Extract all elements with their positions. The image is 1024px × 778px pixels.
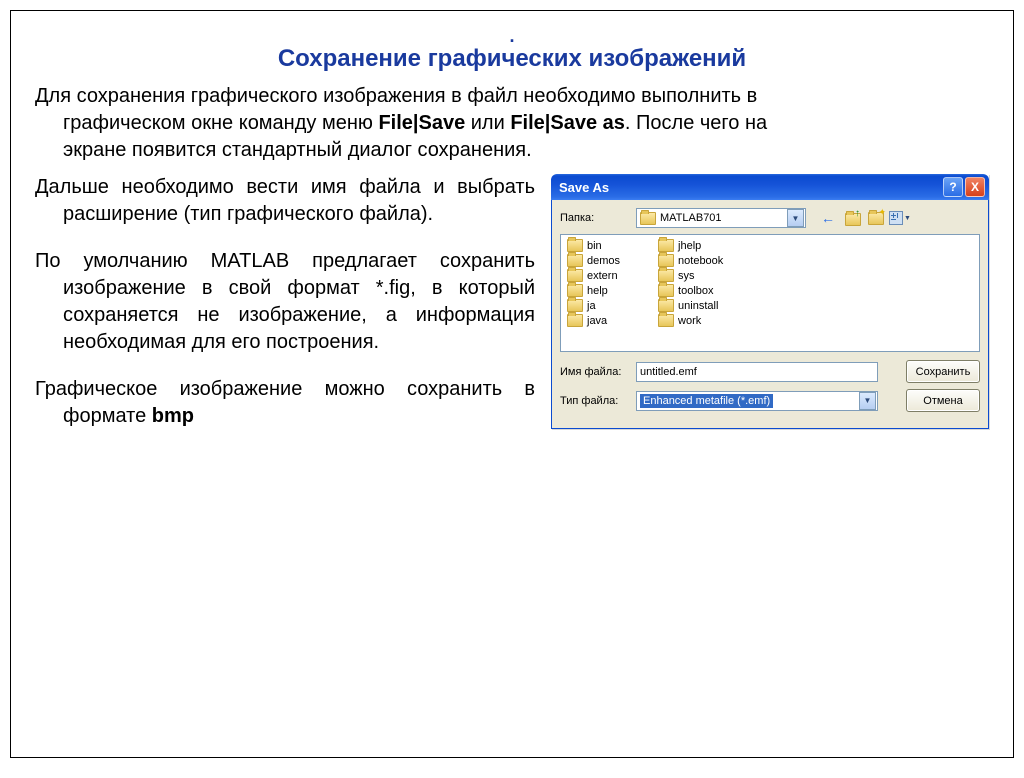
- list-item-label: demos: [587, 255, 620, 267]
- list-item[interactable]: sys: [658, 269, 723, 282]
- list-item-label: work: [678, 315, 701, 327]
- intro-bold2: File|Save as: [510, 112, 625, 134]
- list-item[interactable]: work: [658, 314, 723, 327]
- list-item-label: uninstall: [678, 300, 718, 312]
- folder-icon: [567, 284, 583, 297]
- list-item[interactable]: toolbox: [658, 284, 723, 297]
- paragraph-3: Графическое изображение можно сохранить …: [35, 376, 535, 430]
- intro-line3: экране появится стандартный диалог сохра…: [63, 139, 532, 161]
- folder-icon: [640, 212, 656, 225]
- paragraph-1: Дальше необходимо вести имя файла и выбр…: [35, 174, 535, 228]
- filename-input[interactable]: untitled.emf: [636, 362, 878, 382]
- paragraph-3a: Графическое изображение можно сохранить …: [35, 378, 535, 427]
- folder-icon: [567, 254, 583, 267]
- dialog-titlebar[interactable]: Save As ? X: [551, 174, 989, 200]
- help-button[interactable]: ?: [943, 177, 963, 197]
- intro-line2b: или: [465, 112, 510, 134]
- folder-icon: [658, 299, 674, 312]
- list-item-label: sys: [678, 270, 695, 282]
- dialog-title: Save As: [559, 180, 941, 195]
- paragraph-3-bold: bmp: [152, 405, 194, 427]
- filename-label: Имя файла:: [560, 366, 630, 378]
- back-button[interactable]: ←: [818, 208, 838, 228]
- up-one-level-button[interactable]: [842, 208, 862, 228]
- list-item-label: jhelp: [678, 240, 701, 252]
- intro-bold1: File|Save: [378, 112, 465, 134]
- list-item[interactable]: help: [567, 284, 620, 297]
- list-item-label: bin: [587, 240, 602, 252]
- list-item[interactable]: java: [567, 314, 620, 327]
- save-button[interactable]: Сохранить: [906, 360, 980, 383]
- paragraph-2: По умолчанию MATLAB предлагает сохранить…: [35, 248, 535, 356]
- folder-label: Папка:: [560, 212, 630, 224]
- folder-icon: [658, 239, 674, 252]
- list-item-label: toolbox: [678, 285, 713, 297]
- folder-icon: [658, 314, 674, 327]
- new-folder-button[interactable]: [866, 208, 886, 228]
- folder-icon: [658, 254, 674, 267]
- filetype-combo[interactable]: Enhanced metafile (*.emf) ▼: [636, 391, 878, 411]
- folder-value: MATLAB701: [660, 212, 722, 224]
- folder-combo[interactable]: MATLAB701 ▼: [636, 208, 806, 228]
- page-title: Сохранение графических изображений: [31, 45, 993, 73]
- list-item-label: java: [587, 315, 607, 327]
- cancel-button[interactable]: Отмена: [906, 389, 980, 412]
- folder-icon: [567, 269, 583, 282]
- save-as-dialog: Save As ? X Папка: MATLAB701 ▼ ←: [551, 174, 989, 429]
- list-item-label: ja: [587, 300, 596, 312]
- filename-value: untitled.emf: [640, 366, 697, 378]
- filetype-value: Enhanced metafile (*.emf): [640, 394, 773, 408]
- list-item-label: extern: [587, 270, 618, 282]
- chevron-down-icon[interactable]: ▼: [859, 392, 876, 410]
- folder-icon: [658, 284, 674, 297]
- list-item[interactable]: uninstall: [658, 299, 723, 312]
- list-item[interactable]: ja: [567, 299, 620, 312]
- list-item-label: notebook: [678, 255, 723, 267]
- close-button[interactable]: X: [965, 177, 985, 197]
- list-item[interactable]: jhelp: [658, 239, 723, 252]
- intro-line1: Для сохранения графического изображения …: [35, 85, 757, 107]
- filetype-label: Тип файла:: [560, 395, 630, 407]
- list-item[interactable]: notebook: [658, 254, 723, 267]
- file-list[interactable]: bin demos extern help ja java jhelp note…: [560, 234, 980, 352]
- heading-dot: .: [31, 31, 993, 41]
- list-item[interactable]: extern: [567, 269, 620, 282]
- intro-paragraph: Для сохранения графического изображения …: [31, 83, 993, 174]
- left-column: Дальше необходимо вести имя файла и выбр…: [35, 174, 535, 450]
- folder-icon: [567, 239, 583, 252]
- folder-icon: [567, 299, 583, 312]
- view-menu-button[interactable]: ▼: [890, 208, 910, 228]
- intro-line2a: графическом окне команду меню: [63, 112, 378, 134]
- list-item[interactable]: demos: [567, 254, 620, 267]
- chevron-down-icon[interactable]: ▼: [787, 209, 804, 227]
- intro-line2c: . После чего на: [625, 112, 767, 134]
- list-item-label: help: [587, 285, 608, 297]
- list-item[interactable]: bin: [567, 239, 620, 252]
- folder-icon: [658, 269, 674, 282]
- folder-icon: [567, 314, 583, 327]
